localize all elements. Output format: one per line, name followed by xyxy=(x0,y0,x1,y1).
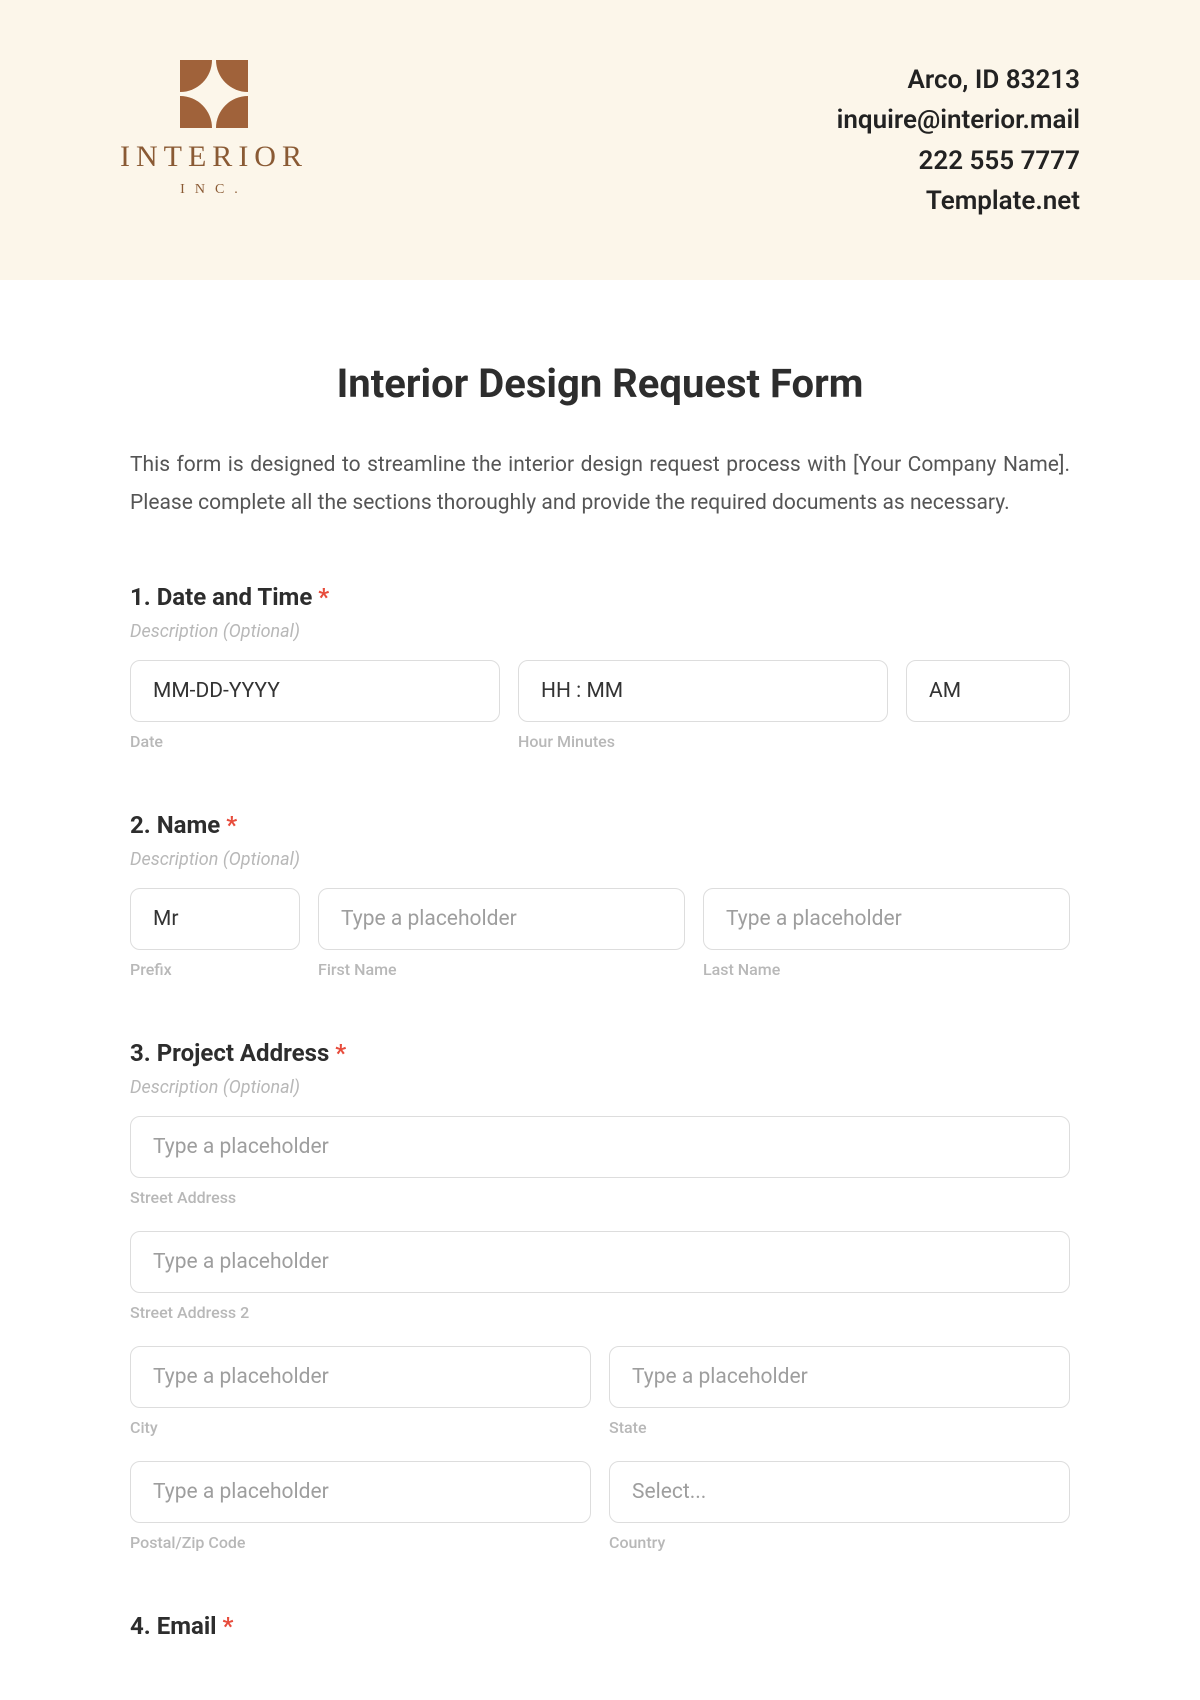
zip-sublabel: Postal/Zip Code xyxy=(130,1533,591,1552)
state-sublabel: State xyxy=(609,1418,1070,1437)
q2-description: Description (Optional) xyxy=(130,849,1070,870)
prefix-input[interactable]: Mr xyxy=(130,888,300,950)
q4-label: 4. Email * xyxy=(130,1612,1070,1640)
prefix-sublabel: Prefix xyxy=(130,960,300,979)
time-sublabel: Hour Minutes xyxy=(518,732,888,751)
contact-block: Arco, ID 83213 inquire@interior.mail 222… xyxy=(837,60,1080,221)
street2-sublabel: Street Address 2 xyxy=(130,1303,1070,1322)
page-title: Interior Design Request Form xyxy=(130,360,1070,407)
contact-site: Template.net xyxy=(837,181,1080,221)
q3-description: Description (Optional) xyxy=(130,1077,1070,1098)
zip-input[interactable]: Type a placeholder xyxy=(130,1461,591,1523)
city-input[interactable]: Type a placeholder xyxy=(130,1346,591,1408)
logo-subtext: INC. xyxy=(180,182,248,198)
logo-word: INTERIOR xyxy=(120,140,308,174)
question-email: 4. Email * xyxy=(130,1612,1070,1640)
required-mark: * xyxy=(223,1612,234,1640)
question-date-time: 1. Date and Time * Description (Optional… xyxy=(130,583,1070,751)
date-input[interactable]: MM-DD-YYYY xyxy=(130,660,500,722)
street2-input[interactable]: Type a placeholder xyxy=(130,1231,1070,1293)
question-name: 2. Name * Description (Optional) Mr Pref… xyxy=(130,811,1070,979)
required-mark: * xyxy=(318,583,329,611)
required-mark: * xyxy=(226,811,237,839)
q2-label: 2. Name * xyxy=(130,811,1070,839)
letterhead: INTERIOR INC. Arco, ID 83213 inquire@int… xyxy=(0,0,1200,280)
q1-label: 1. Date and Time * xyxy=(130,583,1070,611)
logo-block: INTERIOR INC. xyxy=(120,60,308,198)
date-sublabel: Date xyxy=(130,732,500,751)
street1-input[interactable]: Type a placeholder xyxy=(130,1116,1070,1178)
contact-address: Arco, ID 83213 xyxy=(837,60,1080,100)
contact-email: inquire@interior.mail xyxy=(837,100,1080,140)
question-address: 3. Project Address * Description (Option… xyxy=(130,1039,1070,1552)
last-name-input[interactable]: Type a placeholder xyxy=(703,888,1070,950)
first-name-input[interactable]: Type a placeholder xyxy=(318,888,685,950)
form-body: Interior Design Request Form This form i… xyxy=(0,280,1200,1690)
city-sublabel: City xyxy=(130,1418,591,1437)
required-mark: * xyxy=(335,1039,346,1067)
state-input[interactable]: Type a placeholder xyxy=(609,1346,1070,1408)
country-select[interactable]: Select... xyxy=(609,1461,1070,1523)
contact-phone: 222 555 7777 xyxy=(837,141,1080,181)
intro-text: This form is designed to streamline the … xyxy=(130,447,1070,523)
q1-description: Description (Optional) xyxy=(130,621,1070,642)
street1-sublabel: Street Address xyxy=(130,1188,1070,1207)
time-input[interactable]: HH : MM xyxy=(518,660,888,722)
last-name-sublabel: Last Name xyxy=(703,960,1070,979)
first-name-sublabel: First Name xyxy=(318,960,685,979)
country-sublabel: Country xyxy=(609,1533,1070,1552)
ampm-select[interactable]: AM xyxy=(906,660,1070,722)
q3-label: 3. Project Address * xyxy=(130,1039,1070,1067)
logo-icon xyxy=(180,60,248,128)
